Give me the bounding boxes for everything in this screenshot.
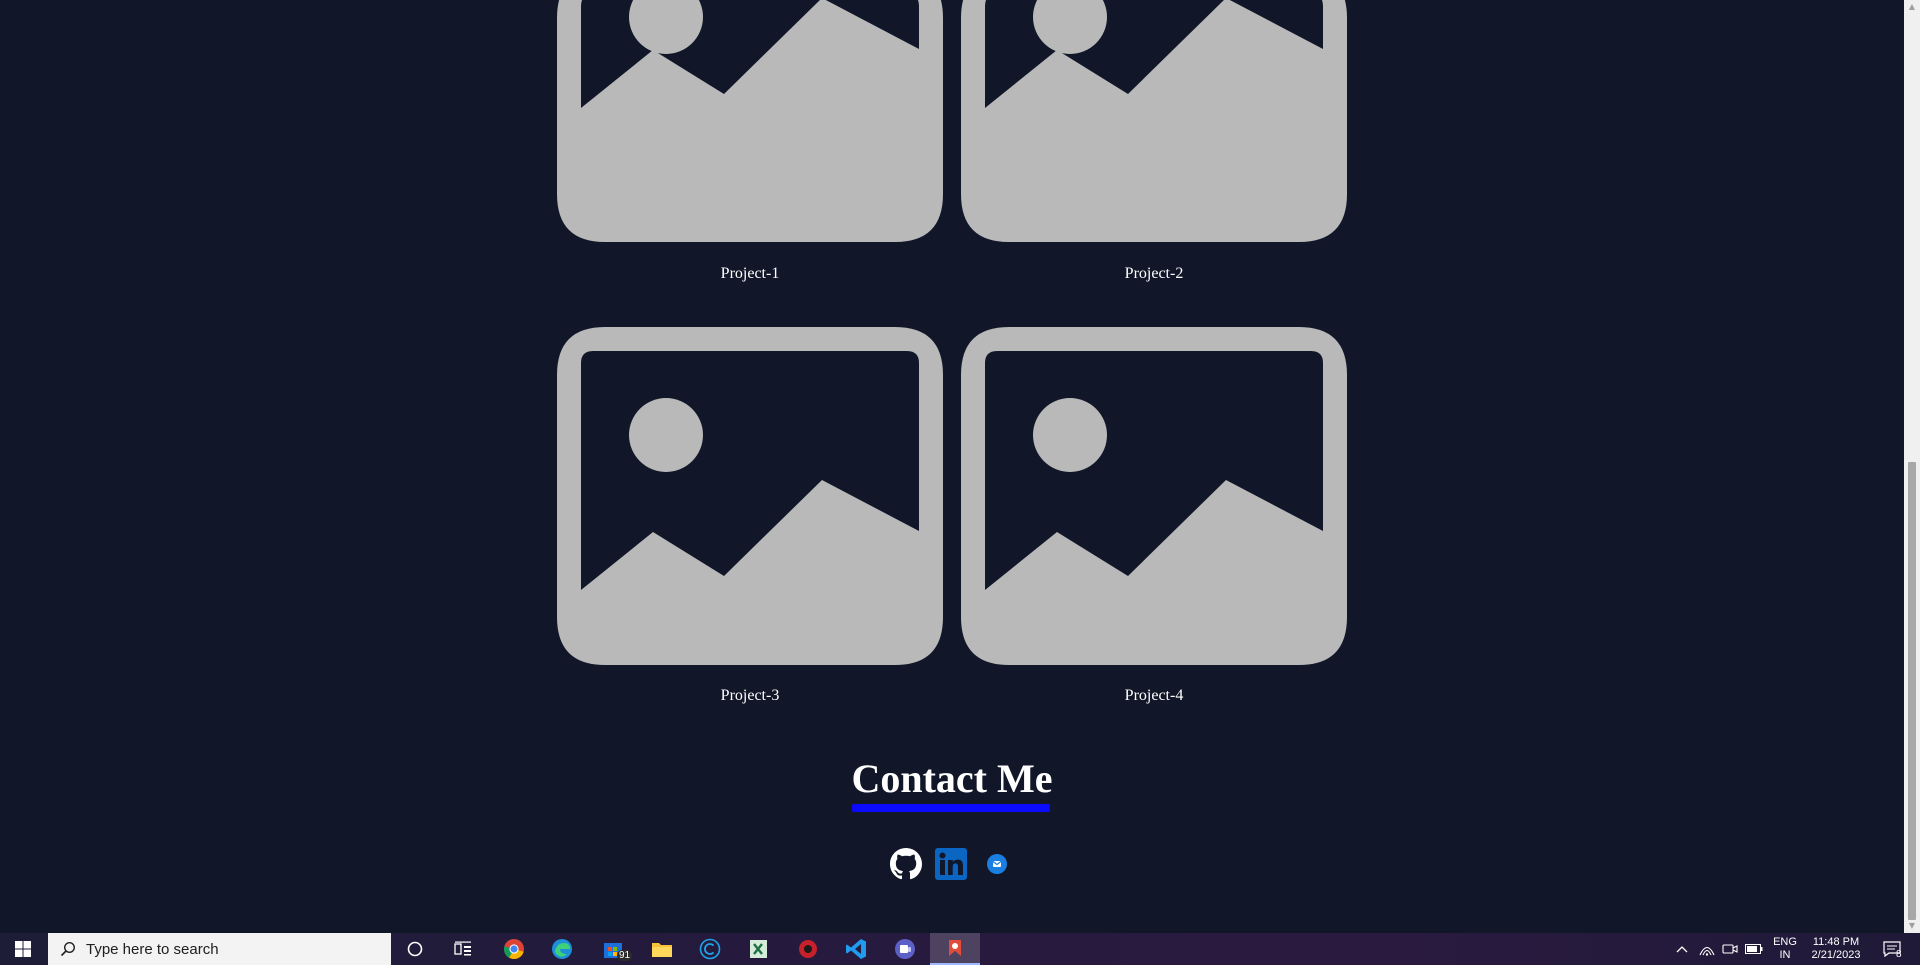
clock-time: 11:48 PM	[1812, 936, 1860, 948]
notification-count: 8	[1896, 949, 1902, 960]
windows-taskbar: Type here to search 91 ENG IN 11:48 PM 2…	[0, 933, 1920, 965]
red-app-icon	[799, 940, 817, 958]
show-hidden-icons[interactable]	[1670, 933, 1694, 965]
taskbar-app-c[interactable]	[686, 933, 734, 965]
image-placeholder-icon	[961, 327, 1347, 665]
scroll-down-arrow-icon[interactable]: ▼	[1904, 919, 1920, 933]
taskbar-search-box[interactable]: Type here to search	[48, 933, 391, 965]
project-card-1[interactable]	[557, 0, 943, 242]
excel-icon	[750, 940, 767, 958]
store-badge: 91	[617, 950, 633, 961]
cortana-circle-icon	[407, 941, 423, 957]
language-line1: ENG	[1773, 936, 1797, 948]
taskbar-active-app[interactable]	[930, 933, 980, 965]
folder-icon	[652, 943, 672, 957]
task-view-button[interactable]	[439, 933, 487, 965]
project-card-2[interactable]	[961, 0, 1347, 242]
project-label-2: Project-2	[1124, 265, 1184, 282]
image-placeholder-icon	[961, 0, 1347, 242]
clock[interactable]: 11:48 PM 2/21/2023	[1804, 933, 1868, 965]
meet-now[interactable]	[1719, 933, 1741, 965]
taskbar-chrome[interactable]	[490, 933, 538, 965]
github-link[interactable]	[890, 848, 922, 880]
taskbar-edge[interactable]	[538, 933, 586, 965]
scroll-thumb[interactable]	[1908, 462, 1916, 920]
language-line2: IN	[1779, 949, 1791, 961]
chevron-up-icon	[1676, 946, 1688, 953]
contact-heading: Contact Me	[851, 756, 1053, 801]
action-center[interactable]: 8	[1872, 933, 1912, 965]
heading-underline	[852, 804, 1050, 812]
battery-status[interactable]	[1742, 933, 1766, 965]
language-indicator[interactable]: ENG IN	[1767, 933, 1803, 965]
image-placeholder-icon	[557, 327, 943, 665]
clock-date: 2/21/2023	[1811, 949, 1861, 961]
battery-icon	[1745, 944, 1763, 954]
cortana-button[interactable]	[391, 933, 439, 965]
taskbar-file-explorer[interactable]	[638, 933, 686, 965]
edge-icon	[552, 939, 572, 959]
active-app-icon	[949, 940, 961, 956]
network-icon	[1699, 946, 1715, 956]
project-card-3[interactable]	[557, 327, 943, 665]
project-card-4[interactable]	[961, 327, 1347, 665]
page-scrollbar[interactable]: ▲ ▼	[1904, 0, 1920, 933]
email-link[interactable]	[986, 848, 1008, 880]
project-label-4: Project-4	[1124, 687, 1184, 704]
search-placeholder: Type here to search	[86, 940, 219, 958]
page-viewport: Project-1 Project-2 Project-3 Project-4 …	[0, 0, 1904, 933]
chrome-icon	[503, 939, 524, 960]
task-view-icon	[454, 941, 471, 956]
camera-icon	[1722, 944, 1738, 954]
linkedin-icon	[935, 848, 967, 880]
teams-icon	[895, 939, 915, 959]
taskbar-store[interactable]: 91	[590, 933, 638, 965]
c-app-icon	[699, 938, 721, 960]
windows-logo-icon	[15, 941, 31, 957]
project-label-3: Project-3	[720, 687, 780, 704]
project-label-1: Project-1	[720, 265, 780, 282]
github-icon	[890, 848, 922, 880]
start-button[interactable]	[0, 933, 46, 965]
taskbar-teams[interactable]	[881, 933, 929, 965]
taskbar-vscode[interactable]	[832, 933, 880, 965]
image-placeholder-icon	[557, 0, 943, 242]
vscode-icon	[846, 939, 866, 959]
taskbar-excel[interactable]	[734, 933, 782, 965]
scroll-up-arrow-icon[interactable]: ▲	[1904, 0, 1920, 14]
search-icon	[60, 941, 76, 957]
email-icon	[987, 854, 1007, 874]
linkedin-link[interactable]	[935, 848, 967, 880]
network-status[interactable]	[1696, 933, 1718, 965]
taskbar-app-red[interactable]	[784, 933, 832, 965]
